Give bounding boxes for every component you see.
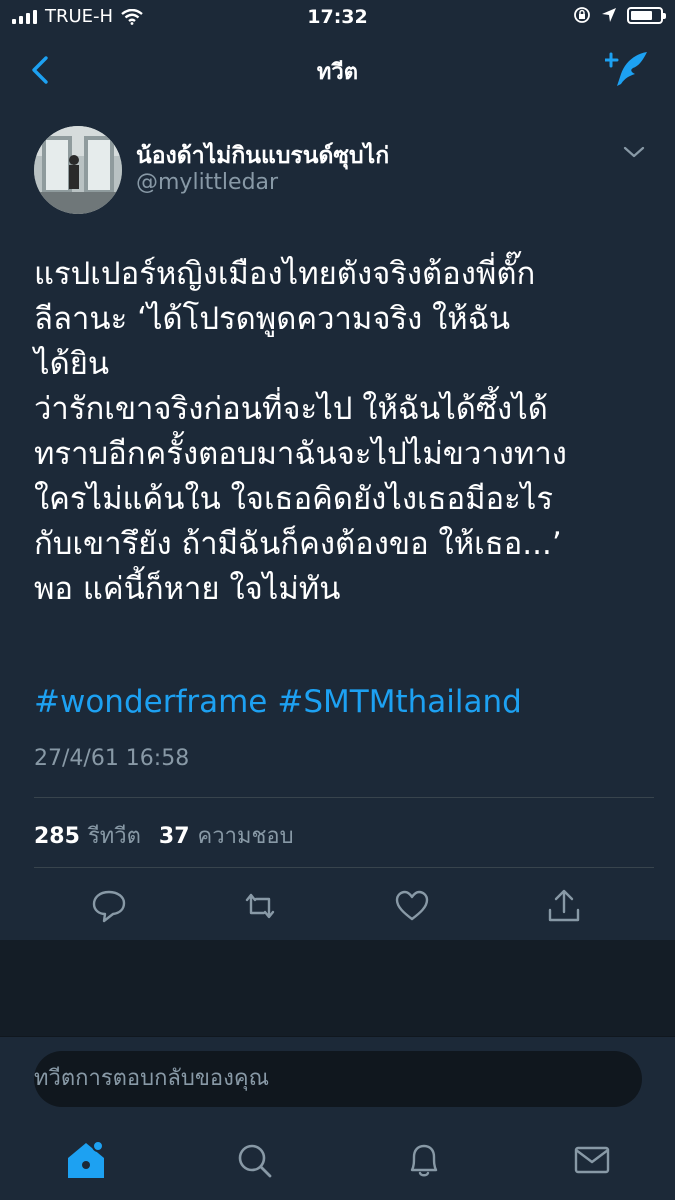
reply-bar: ทวีตการตอบกลับของคุณ: [0, 1036, 675, 1127]
battery-icon: [627, 6, 666, 24]
status-right: [573, 6, 666, 24]
tweet-text-line: ใครไม่แค้นใน ใจเธอคิดยังไงเธอมีอะไร: [34, 481, 554, 517]
reply-placeholder: ทวีตการตอบกลับของคุณ: [34, 1066, 269, 1091]
messages-icon[interactable]: [570, 1138, 614, 1182]
divider: [34, 867, 654, 868]
tweet-text: แรปเปอร์หญิงเมืองไทยตังจริงต้องพี่ตั๊ก ล…: [34, 252, 649, 612]
location-icon: [602, 8, 616, 22]
avatar[interactable]: [34, 126, 122, 214]
author-handle[interactable]: @mylittledar: [136, 170, 278, 195]
search-icon[interactable]: [232, 1138, 276, 1182]
compose-tweet-icon[interactable]: [605, 48, 651, 90]
home-icon[interactable]: [64, 1138, 108, 1182]
retweet-count[interactable]: 285: [34, 824, 80, 849]
tweet-text-line: กับเขารึยัง ถ้ามีฉันก็คงต้องขอ ให้เธอ...…: [34, 526, 562, 562]
tweet-text-line: ลีลานะ ‘ได้โปรดพูดความจริง ให้ฉัน: [34, 301, 511, 337]
tweet-timestamp: 27/4/61 16:58: [34, 746, 190, 771]
like-count[interactable]: 37: [159, 824, 190, 849]
status-bar: TRUE-H 17:32: [0, 0, 675, 36]
author-name[interactable]: น้องด้าไม่กินแบรนด์ซุบไก่: [136, 138, 389, 174]
hashtag-link[interactable]: #wonderframe: [34, 684, 267, 720]
tweet-detail: น้องด้าไม่กินแบรนด์ซุบไก่ @mylittledar แ…: [0, 104, 675, 940]
tweet-stats: 285 รีทวีต 37 ความชอบ: [34, 818, 304, 853]
retweet-label[interactable]: รีทวีต: [88, 818, 141, 853]
tweet-text-line: ทราบอีกครั้งตอบมาฉันจะไปไม่ขวางทาง: [34, 436, 567, 472]
hashtag-link[interactable]: #SMTMthailand: [277, 684, 521, 720]
page-title: ทวีต: [316, 60, 359, 85]
share-icon[interactable]: [542, 884, 586, 928]
like-icon[interactable]: [390, 884, 434, 928]
like-label[interactable]: ความชอบ: [198, 818, 294, 853]
tweet-text-line: แรปเปอร์หญิงเมืองไทยตังจริงต้องพี่ตั๊ก: [34, 256, 536, 292]
retweet-icon[interactable]: [238, 884, 282, 928]
nav-bar: ทวีต: [0, 36, 675, 105]
tweet-text-line: ได้ยิน: [34, 346, 110, 382]
tweet-actions: [0, 884, 675, 928]
tweet-text-line: พอ แค่นี้ก็หาย ใจไม่ทัน: [34, 571, 341, 607]
reply-icon[interactable]: [87, 884, 131, 928]
hashtags: #wonderframe #SMTMthailand: [34, 682, 532, 722]
chevron-down-icon[interactable]: [622, 144, 646, 160]
tab-bar: [0, 1126, 675, 1200]
divider: [34, 797, 654, 798]
reply-input[interactable]: ทวีตการตอบกลับของคุณ: [34, 1051, 642, 1107]
tweet-text-line: ว่ารักเขาจริงก่อนที่จะไป ให้ฉันได้ซึ้งได…: [34, 391, 548, 427]
notifications-icon[interactable]: [402, 1138, 446, 1182]
avatar-image: [34, 126, 122, 214]
rotation-lock-icon: [574, 7, 590, 23]
